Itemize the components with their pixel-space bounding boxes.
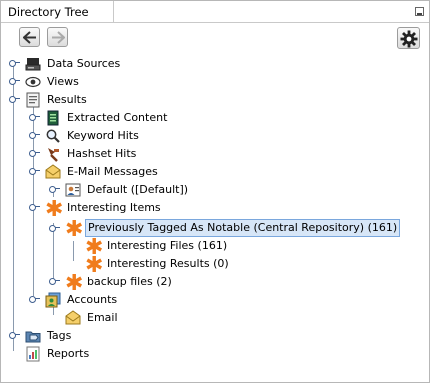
- asterisk-icon: ✱: [65, 217, 84, 242]
- collapse-toggle-icon[interactable]: [29, 166, 40, 175]
- arrow-right-icon: [52, 31, 65, 44]
- account-card-icon: [65, 183, 81, 197]
- document-icon: [26, 92, 40, 108]
- collapse-toggle-icon[interactable]: [29, 202, 40, 211]
- hashset-icon: [48, 148, 59, 162]
- expand-toggle-icon[interactable]: [29, 130, 40, 139]
- expand-toggle-icon[interactable]: [29, 112, 40, 121]
- panel-title: Directory Tree: [8, 5, 89, 19]
- accounts-icon: [45, 292, 61, 308]
- collapse-toggle-icon[interactable]: [29, 294, 40, 303]
- forward-button[interactable]: [47, 27, 68, 47]
- tag-folder-icon: [25, 331, 41, 343]
- asterisk-icon: ✱: [45, 197, 64, 222]
- collapse-toggle-icon[interactable]: [49, 223, 60, 232]
- directory-tree-tab[interactable]: Directory Tree: [1, 1, 114, 22]
- gear-icon: [400, 30, 418, 48]
- toolbar: [1, 23, 429, 53]
- extracted-content-icon: [47, 110, 59, 126]
- hard-drive-icon: [25, 58, 41, 71]
- envelope-icon: [65, 310, 81, 325]
- eye-icon: [25, 76, 41, 88]
- arrow-left-icon: [23, 31, 36, 44]
- expand-toggle-icon[interactable]: [29, 148, 40, 157]
- asterisk-icon: ✱: [85, 253, 104, 278]
- settings-button[interactable]: [397, 27, 420, 49]
- envelope-icon: [45, 164, 61, 179]
- directory-tree: Data Sources Views Results Extracted Con…: [1, 53, 429, 373]
- expand-toggle-icon[interactable]: [9, 76, 20, 85]
- expand-toggle-icon[interactable]: [49, 276, 60, 285]
- back-button[interactable]: [19, 27, 40, 47]
- asterisk-icon: ✱: [65, 271, 84, 296]
- panel-titlebar: Directory Tree: [1, 1, 429, 23]
- reports-icon: [26, 346, 40, 362]
- expand-toggle-icon[interactable]: [9, 330, 20, 339]
- magnifier-icon: [46, 129, 60, 143]
- minimize-icon[interactable]: [415, 7, 424, 16]
- directory-tree-panel: Directory Tree Data Sources Views Result…: [0, 0, 430, 383]
- asterisk-icon: ✱: [85, 235, 104, 260]
- expand-toggle-icon[interactable]: [9, 58, 20, 67]
- collapse-toggle-icon[interactable]: [9, 94, 20, 103]
- expand-toggle-icon[interactable]: [49, 184, 60, 193]
